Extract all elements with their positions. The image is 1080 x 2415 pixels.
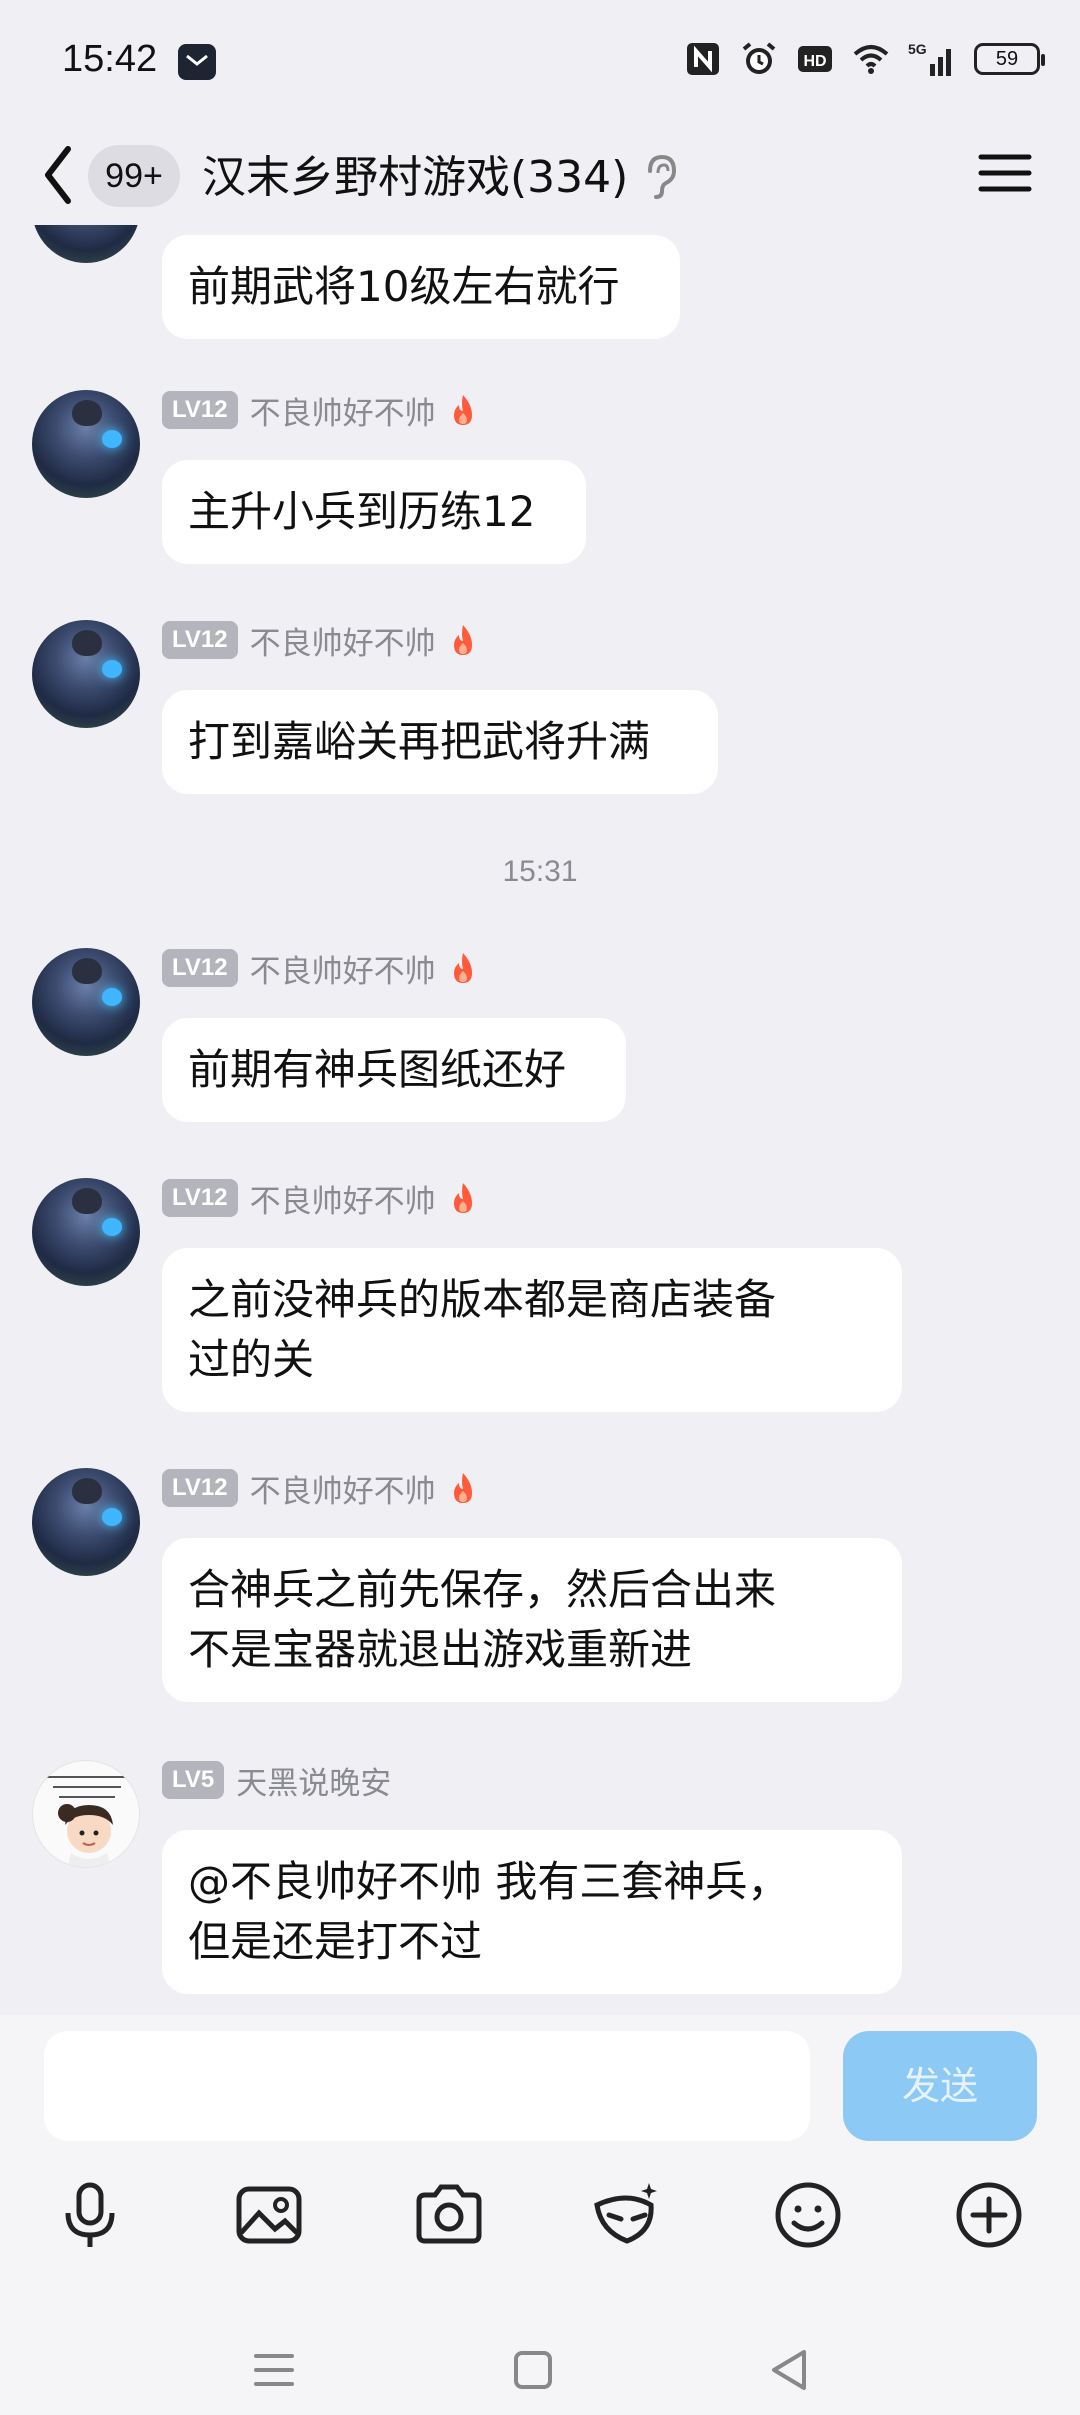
back-nav-icon[interactable] <box>760 2340 820 2400</box>
chat-header: 99+ 汉末乡野村游戏(334) <box>0 115 1080 235</box>
level-badge: LV12 <box>162 949 238 987</box>
send-button[interactable]: 发送 <box>843 2031 1037 2141</box>
svg-text:5G: 5G <box>908 41 927 57</box>
message-input[interactable] <box>44 2031 810 2141</box>
sender-name[interactable]: 天黑说晚安 <box>236 1758 391 1803</box>
status-time: 15:42 <box>62 38 158 80</box>
image-icon[interactable] <box>229 2175 309 2255</box>
sender-meta: LV12 不良帅好不帅 <box>162 1466 478 1511</box>
unread-badge[interactable]: 99+ <box>88 145 180 207</box>
sender-meta: LV5 天黑说晚安 <box>162 1758 391 1803</box>
recent-apps-icon[interactable] <box>244 2340 304 2400</box>
message-timestamp: 15:31 <box>502 855 578 888</box>
avatar[interactable] <box>32 948 140 1056</box>
svg-text:HD: HD <box>803 53 826 70</box>
notification-icon <box>178 44 216 80</box>
message-bubble[interactable]: 打到嘉峪关再把武将升满 <box>162 690 718 794</box>
menu-icon[interactable] <box>975 143 1035 203</box>
level-badge: LV12 <box>162 1469 238 1507</box>
camera-icon[interactable] <box>409 2175 489 2255</box>
level-badge: LV5 <box>162 1761 225 1799</box>
message-bubble[interactable]: 主升小兵到历练12 <box>162 460 586 564</box>
avatar[interactable] <box>32 1760 140 1868</box>
sender-name[interactable]: 不良帅好不帅 <box>250 388 436 433</box>
sender-meta: LV12 不良帅好不帅 <box>162 946 478 991</box>
flame-icon <box>453 1473 472 1503</box>
sender-name[interactable]: 不良帅好不帅 <box>250 618 436 663</box>
avatar[interactable] <box>32 390 140 498</box>
sender-name[interactable]: 不良帅好不帅 <box>250 946 436 991</box>
avatar[interactable] <box>32 1178 140 1286</box>
level-badge: LV12 <box>162 621 238 659</box>
avatar[interactable] <box>32 620 140 728</box>
battery-level: 59 <box>995 48 1019 70</box>
message-bubble[interactable]: 前期有神兵图纸还好 <box>162 1018 626 1122</box>
flame-icon <box>453 1183 472 1213</box>
level-badge: LV12 <box>162 391 238 429</box>
5g-signal-icon: 5G <box>908 41 951 76</box>
sender-name[interactable]: 不良帅好不帅 <box>250 1176 436 1221</box>
flame-icon <box>453 395 472 425</box>
sender-name[interactable]: 不良帅好不帅 <box>250 1466 436 1511</box>
battery-icon: 59 <box>974 43 1045 75</box>
avatar-image <box>47 1776 127 1867</box>
message-bubble[interactable]: @不良帅好不帅 我有三套神兵， 但是还是打不过 <box>162 1830 902 1994</box>
back-icon[interactable] <box>34 135 94 215</box>
emoji-icon[interactable] <box>768 2175 848 2255</box>
avatar[interactable] <box>32 225 140 263</box>
sender-meta: LV12 不良帅好不帅 <box>162 388 478 433</box>
sender-meta: LV12 不良帅好不帅 <box>162 1176 478 1221</box>
level-badge: LV12 <box>162 1179 238 1217</box>
sender-meta: LV12 不良帅好不帅 <box>162 618 478 663</box>
flame-icon <box>453 953 472 983</box>
hd-icon: HD <box>798 46 832 72</box>
message-list[interactable]: 前期武将10级左右就行 LV12 不良帅好不帅 主升小兵到历练12 LV12 不… <box>0 225 1080 2015</box>
message-bubble[interactable]: 之前没神兵的版本都是商店装备 过的关 <box>162 1248 902 1412</box>
input-toolbar <box>0 2175 1080 2265</box>
message-bubble[interactable]: 前期武将10级左右就行 <box>162 235 680 339</box>
message-bubble[interactable]: 合神兵之前先保存，然后合出来 不是宝器就退出游戏重新进 <box>162 1538 902 1702</box>
avatar[interactable] <box>32 1468 140 1576</box>
mask-icon[interactable] <box>587 2175 667 2255</box>
nfc-icon <box>687 43 719 75</box>
ear-icon[interactable] <box>640 151 680 201</box>
system-nav-bar <box>0 2330 1080 2410</box>
wifi-icon <box>853 45 889 74</box>
input-area: 发送 <box>0 2015 1080 2415</box>
status-bar: 15:42 HD 5G 59 <box>0 0 1080 130</box>
home-icon[interactable] <box>503 2340 563 2400</box>
alarm-icon <box>742 42 776 74</box>
microphone-icon[interactable] <box>50 2175 130 2255</box>
plus-icon[interactable] <box>949 2175 1029 2255</box>
group-title[interactable]: 汉末乡野村游戏(334) <box>202 141 628 205</box>
flame-icon <box>453 625 472 655</box>
